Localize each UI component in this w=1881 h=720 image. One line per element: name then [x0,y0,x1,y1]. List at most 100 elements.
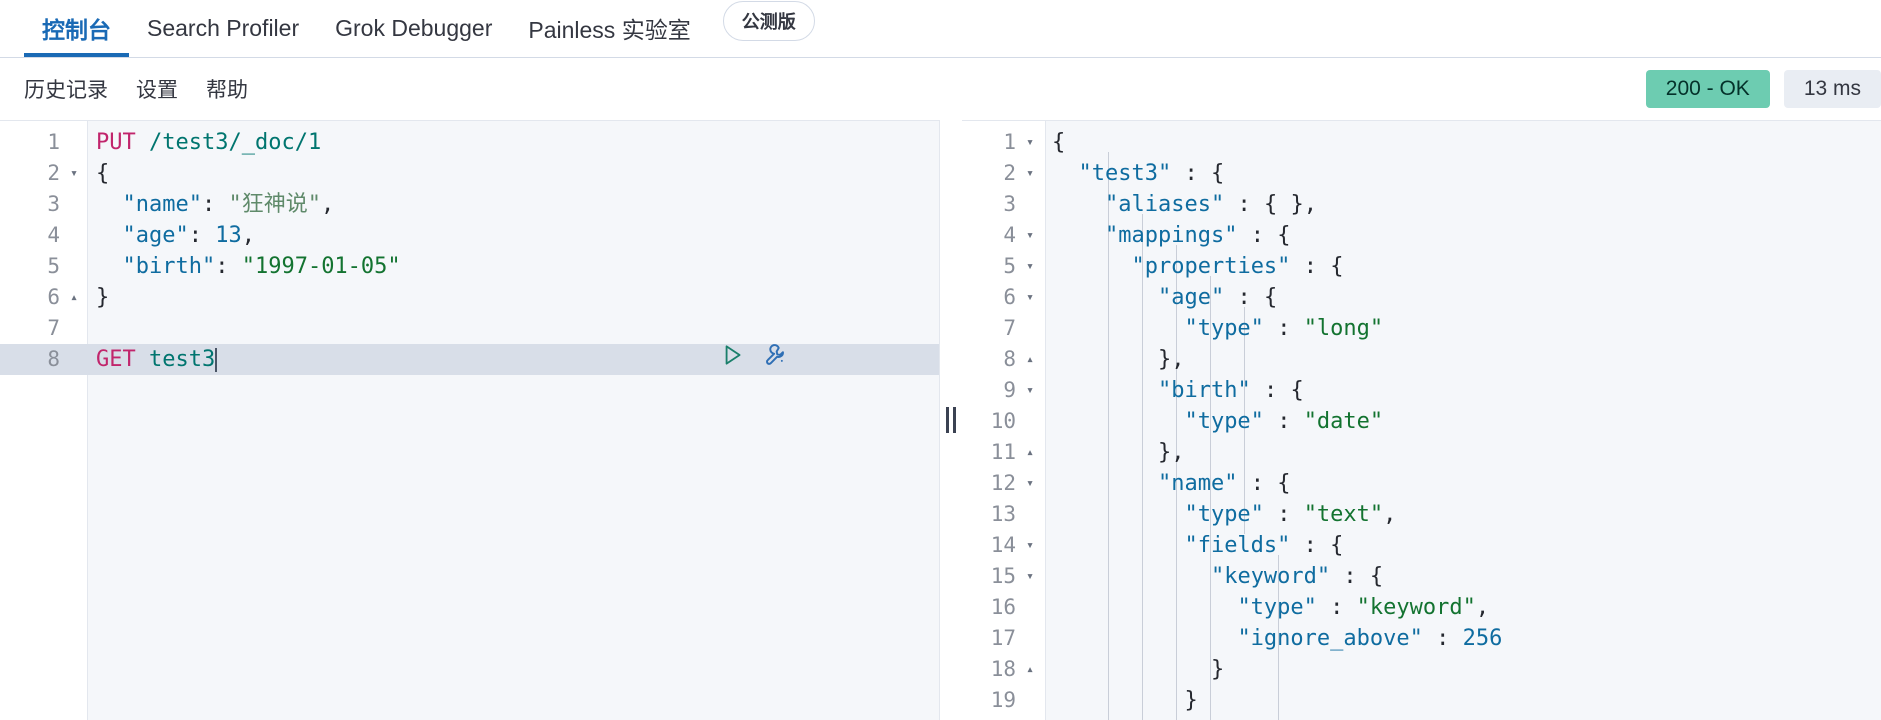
fold-toggle-icon[interactable]: ▴ [1016,654,1044,685]
line-action-buttons [719,344,789,375]
code-line[interactable]: 15 ▾ "keyword" : { [940,561,1881,592]
line-text: "name": "狂神说", [122,192,335,217]
code-line[interactable]: 17 "ignore_above" : 256 [940,623,1881,654]
code-line[interactable]: 12 ▾ "name" : { [940,468,1881,499]
tab-search-profiler[interactable]: Search Profiler [129,0,317,57]
code-line[interactable]: 8 GET test3 [0,344,939,375]
splitter-grip-icon [946,407,956,433]
code-line[interactable]: 3 "name": "狂神说", [0,189,939,220]
code-line[interactable]: 19 } [940,685,1881,716]
tab-painless-lab[interactable]: Painless 实验室 [510,0,708,57]
fold-toggle-icon[interactable]: ▴ [1016,437,1044,468]
fold-toggle-icon[interactable]: ▾ [1016,251,1044,282]
line-text: GET test3 [96,347,218,372]
pane-splitter[interactable] [940,120,962,720]
code-line[interactable]: 14 ▾ "fields" : { [940,530,1881,561]
line-text: "mappings" : { [1104,223,1291,248]
code-line[interactable]: 16 "type" : "keyword", [940,592,1881,623]
duration-badge: 13 ms [1783,70,1881,108]
line-text: "type" : "date" [1184,409,1384,434]
code-line[interactable]: 10 "type" : "date" [940,406,1881,437]
fold-toggle-icon[interactable]: ▾ [1016,282,1044,313]
request-editor-pane[interactable]: 1 PUT /test3/_doc/1 2 ▾{3 "name": "狂神说", 4 "… [0,120,940,720]
line-number: 3 [47,192,60,216]
tab-grok-debugger[interactable]: Grok Debugger [317,0,510,57]
code-line[interactable]: 8 ▴ }, [940,344,1881,375]
code-line[interactable]: 7 [0,313,939,344]
line-text: }, [1157,440,1185,465]
line-text: } [1210,657,1225,682]
top-tab-bar: 控制台 Search Profiler Grok Debugger Painle… [0,0,1881,58]
line-text: }, [1157,347,1185,372]
tab-console[interactable]: 控制台 [24,0,129,57]
response-code-area[interactable]: 1 ▾{2 ▾ "test3" : {3 "aliases" : { }, 4 ▾ "m… [940,121,1881,720]
code-line[interactable]: 13 "type" : "text", [940,499,1881,530]
settings-link[interactable]: 设置 [136,74,178,104]
request-code-area[interactable]: 1 PUT /test3/_doc/1 2 ▾{3 "name": "狂神说", 4 "… [0,121,939,720]
fold-toggle-icon[interactable]: ▾ [1016,220,1044,251]
line-text: "keyword" : { [1210,564,1384,589]
code-line[interactable]: 7 "type" : "long" [940,313,1881,344]
play-icon[interactable] [719,342,745,377]
code-line[interactable]: 4 "age": 13, [0,220,939,251]
line-number: 6 [47,285,60,309]
line-number: 5 [47,254,60,278]
line-text: { [1052,130,1066,155]
tab-console-label: 控制台 [42,17,111,43]
fold-toggle-icon[interactable]: ▴ [1016,344,1044,375]
text-caret [215,348,218,372]
fold-toggle-icon[interactable]: ▾ [1016,158,1044,189]
fold-toggle-icon[interactable]: ▾ [1016,530,1044,561]
line-text: PUT /test3/_doc/1 [96,130,322,155]
fold-toggle-icon[interactable]: ▴ [60,282,88,313]
code-line[interactable]: 3 "aliases" : { }, [940,189,1881,220]
code-line[interactable]: 9 ▾ "birth" : { [940,375,1881,406]
code-line[interactable]: 2 ▾ "test3" : { [940,158,1881,189]
help-link[interactable]: 帮助 [206,74,248,104]
line-text: "properties" : { [1131,254,1344,279]
line-text: "name" : { [1157,471,1291,496]
status-badge: 200 - OK [1645,70,1770,108]
response-status-area: 200 - OK 13 ms [1645,58,1881,120]
line-number: 2 [47,161,60,185]
fold-toggle-icon[interactable]: ▾ [1016,561,1044,592]
history-link[interactable]: 历史记录 [24,74,108,104]
line-text: "fields" : { [1184,533,1344,558]
code-line[interactable]: 1 ▾{ [940,127,1881,158]
fold-toggle-icon[interactable]: ▾ [60,158,88,189]
code-line[interactable]: 6 ▴} [0,282,939,313]
fold-toggle-icon[interactable]: ▾ [1016,127,1044,158]
line-text: "test3" : { [1078,161,1225,186]
tab-grok-debugger-label: Grok Debugger [335,14,493,41]
line-number: 8 [47,347,60,371]
code-line[interactable]: 1 PUT /test3/_doc/1 [0,127,939,158]
line-text: "age": 13, [122,223,255,248]
console-panes: 1 PUT /test3/_doc/1 2 ▾{3 "name": "狂神说", 4 "… [0,120,1881,720]
tab-painless-lab-label: Painless 实验室 [528,17,691,43]
line-text: "age" : { [1157,285,1278,310]
line-text: "birth" : { [1157,378,1304,403]
line-number: 1 [47,130,60,154]
line-text: "birth": "1997-01-05" [122,254,401,279]
line-text: { [96,161,110,186]
code-line[interactable]: 11 ▴ }, [940,437,1881,468]
code-line[interactable]: 5 ▾ "properties" : { [940,251,1881,282]
line-text: } [96,285,110,310]
line-text: "type" : "text", [1184,502,1397,527]
tab-search-profiler-label: Search Profiler [147,14,300,41]
fold-toggle-icon[interactable]: ▾ [1016,468,1044,499]
code-line[interactable]: 6 ▾ "age" : { [940,282,1881,313]
fold-toggle-icon[interactable]: ▾ [1016,375,1044,406]
code-line[interactable]: 18 ▴ } [940,654,1881,685]
line-text: "type" : "keyword", [1237,595,1490,620]
code-line[interactable]: 5 "birth": "1997-01-05" [0,251,939,282]
response-editor-pane[interactable]: 1 ▾{2 ▾ "test3" : {3 "aliases" : { }, 4 ▾ "m… [940,120,1881,720]
line-text: "aliases" : { }, [1104,192,1317,217]
line-number: 7 [47,316,60,340]
line-text: "ignore_above" : 256 [1237,626,1503,651]
beta-badge[interactable]: 公测版 [722,1,815,41]
wrench-icon[interactable] [763,342,789,377]
code-line[interactable]: 4 ▾ "mappings" : { [940,220,1881,251]
code-line[interactable]: 2 ▾ { [0,158,939,189]
line-number: 4 [47,223,60,247]
